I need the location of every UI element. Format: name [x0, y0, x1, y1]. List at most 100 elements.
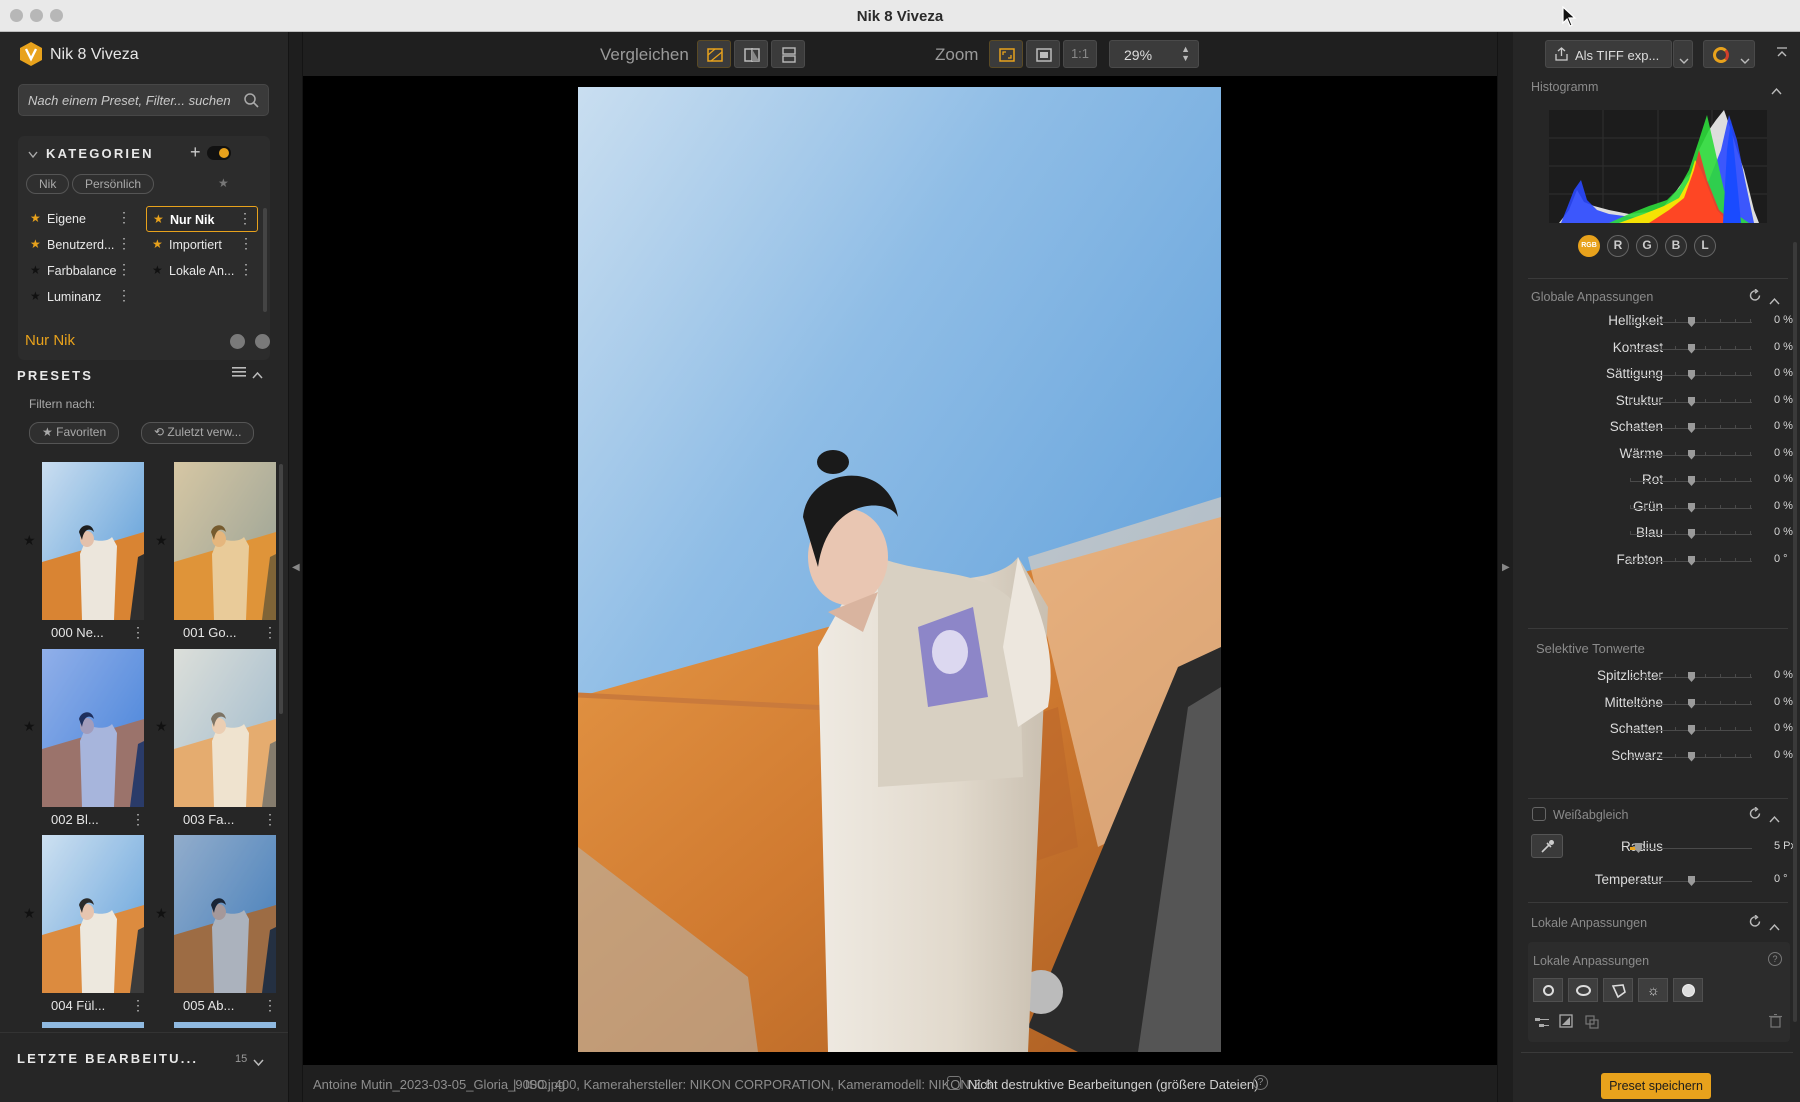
slider-track[interactable]: [1630, 502, 1752, 513]
slider-track[interactable]: [1630, 555, 1752, 566]
slider-schatten[interactable]: Schatten 0 %: [1513, 716, 1800, 740]
zoom-one-to-one-button[interactable]: 1:1: [1063, 40, 1097, 68]
slider-knob[interactable]: [1688, 317, 1695, 327]
export-dropdown-button[interactable]: [1673, 40, 1693, 68]
slider-track[interactable]: [1630, 529, 1752, 539]
minus-circle-icon[interactable]: [230, 334, 245, 349]
channel-r-button[interactable]: R: [1607, 235, 1629, 257]
more-icon[interactable]: ⋮: [131, 624, 145, 641]
filter-recent-button[interactable]: ⟲ Zuletzt verw...: [141, 422, 255, 444]
slider-track[interactable]: [1630, 725, 1752, 735]
more-icon[interactable]: ⋮: [117, 235, 131, 252]
slider-schatten[interactable]: Schatten 0 %: [1513, 414, 1800, 438]
list-view-icon[interactable]: [232, 365, 246, 383]
left-panel-collapse-bar[interactable]: ◀: [288, 32, 303, 1102]
preset-thumbnail[interactable]: [174, 835, 276, 993]
slider-track[interactable]: [1630, 370, 1752, 380]
edited-photo[interactable]: [578, 87, 1221, 1052]
star-icon[interactable]: ★: [155, 532, 168, 549]
slider-knob[interactable]: [1688, 449, 1695, 460]
slider-track[interactable]: [1630, 876, 1752, 886]
slider-schwarz[interactable]: Schwarz 0 %: [1513, 743, 1800, 767]
star-icon[interactable]: ★: [23, 718, 36, 735]
nik-collection-button[interactable]: [1703, 40, 1755, 68]
collapse-left-icon[interactable]: ◀: [292, 562, 300, 573]
slider-knob[interactable]: [1688, 476, 1695, 486]
slider-track[interactable]: [1630, 423, 1752, 433]
filter-favorites-button[interactable]: ★ Favoriten: [29, 422, 120, 444]
duplicate-icon[interactable]: [1585, 1015, 1599, 1034]
more-icon[interactable]: ⋮: [263, 624, 277, 641]
preset-thumbnail[interactable]: [174, 462, 276, 620]
slider-temperatur[interactable]: Temperatur 0 °: [1513, 867, 1800, 891]
compare-off-button[interactable]: [697, 40, 731, 68]
chip-nik[interactable]: Nik: [26, 174, 70, 194]
category-benutzerdefiniert[interactable]: ★ Benutzerd... ⋮: [24, 232, 136, 258]
slider-track[interactable]: [1630, 843, 1752, 853]
nondestructive-checkbox[interactable]: [947, 1076, 961, 1090]
slider-track[interactable]: [1630, 476, 1752, 486]
channel-b-button[interactable]: B: [1665, 235, 1687, 257]
chevron-up-icon[interactable]: [252, 366, 263, 384]
compare-split-button[interactable]: [734, 40, 768, 68]
slider-knob[interactable]: [1688, 751, 1695, 762]
chevron-up-icon[interactable]: [1769, 810, 1780, 828]
slider-knob[interactable]: [1688, 502, 1695, 513]
more-icon[interactable]: ⋮: [117, 261, 131, 278]
more-icon[interactable]: ⋮: [263, 811, 277, 828]
category-farbbalance[interactable]: ★ Farbbalance ⋮: [24, 258, 136, 284]
star-icon[interactable]: ★: [23, 905, 36, 922]
reset-icon[interactable]: [1749, 288, 1762, 307]
category-nur-nik[interactable]: ★ Nur Nik ⋮: [146, 206, 258, 232]
preset-thumbnail[interactable]: [42, 462, 144, 620]
slider-track[interactable]: [1630, 672, 1752, 682]
chevron-up-icon[interactable]: [1771, 82, 1782, 100]
preset-thumbnail[interactable]: [174, 649, 276, 807]
star-icon[interactable]: ★: [23, 532, 36, 549]
control-line-button[interactable]: [1568, 978, 1598, 1002]
help-icon[interactable]: ?: [1768, 952, 1782, 966]
preset-thumbnail[interactable]: [42, 649, 144, 807]
collapse-right-icon[interactable]: ▶: [1502, 562, 1510, 573]
slider-track[interactable]: [1630, 343, 1752, 354]
right-panel-scrollbar[interactable]: [1793, 242, 1797, 1022]
polygon-button[interactable]: [1603, 978, 1633, 1002]
slider-knob[interactable]: [1688, 672, 1695, 682]
slider-knob[interactable]: [1688, 396, 1695, 407]
chevron-up-icon[interactable]: [1769, 918, 1780, 936]
slider-track[interactable]: [1630, 751, 1752, 762]
slider-knob[interactable]: [1688, 555, 1695, 566]
slider-track[interactable]: [1630, 698, 1752, 709]
chevron-down-icon[interactable]: [28, 146, 38, 164]
slider-knob[interactable]: [1688, 370, 1695, 380]
channel-l-button[interactable]: L: [1694, 235, 1716, 257]
category-luminanz[interactable]: ★ Luminanz ⋮: [24, 284, 136, 310]
right-panel-collapse-bar[interactable]: ▶: [1497, 32, 1513, 1102]
slider-radius[interactable]: Radius 5 Px: [1513, 834, 1800, 858]
slider-knob[interactable]: [1688, 725, 1695, 735]
trash-icon[interactable]: [1769, 1013, 1782, 1033]
more-icon[interactable]: ⋮: [238, 210, 252, 227]
category-lokale-anpassungen[interactable]: ★ Lokale An... ⋮: [146, 258, 258, 284]
preset-search-input[interactable]: [19, 85, 239, 115]
more-icon[interactable]: ⋮: [263, 997, 277, 1014]
slider-wärme[interactable]: Wärme 0 %: [1513, 441, 1800, 465]
channel-g-button[interactable]: G: [1636, 235, 1658, 257]
collapse-all-icon[interactable]: [1776, 46, 1788, 64]
zoom-select[interactable]: 29% ▲ ▼: [1109, 40, 1199, 68]
slider-struktur[interactable]: Struktur 0 %: [1513, 388, 1800, 412]
favorite-filter-icon[interactable]: ★: [218, 176, 229, 190]
reset-icon[interactable]: [1749, 806, 1762, 825]
categories-scrollbar[interactable]: [263, 208, 267, 312]
preset-thumbnail[interactable]: [42, 835, 144, 993]
export-button[interactable]: Als TIFF exp...: [1545, 40, 1672, 68]
slider-knob[interactable]: [1688, 343, 1695, 354]
save-preset-button[interactable]: Preset speichern: [1601, 1073, 1711, 1099]
reset-icon[interactable]: [1749, 914, 1762, 933]
compare-stacked-button[interactable]: [771, 40, 805, 68]
category-eigene[interactable]: ★ Eigene ⋮: [24, 206, 136, 232]
star-icon[interactable]: ★: [155, 905, 168, 922]
more-icon[interactable]: ⋮: [131, 997, 145, 1014]
presets-scrollbar[interactable]: [279, 464, 283, 714]
slider-knob[interactable]: [1688, 423, 1695, 433]
